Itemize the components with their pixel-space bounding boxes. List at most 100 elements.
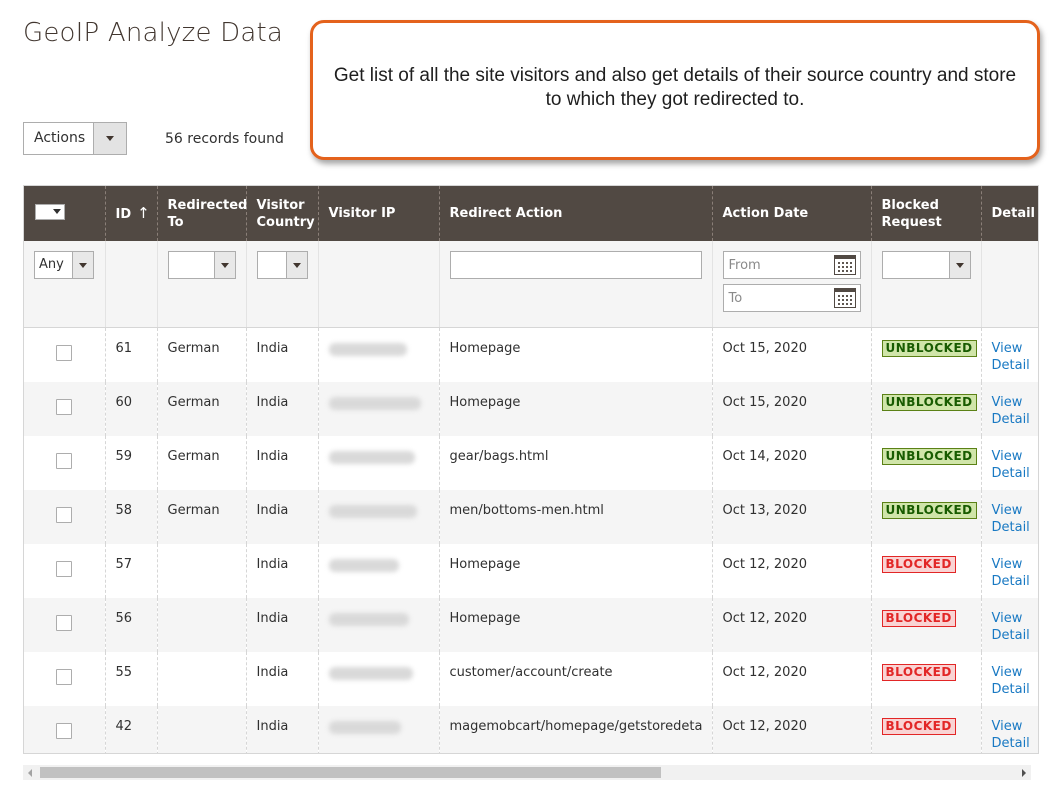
view-detail-link[interactable]: View Detail: [992, 718, 1031, 752]
cell-action-date: Oct 15, 2020: [711, 381, 871, 436]
cell-redirected-to: German: [156, 381, 246, 436]
column-header-action-date[interactable]: Action Date: [711, 186, 871, 241]
redacted-ip: [328, 504, 417, 518]
visitor-country-filter-dropdown[interactable]: [256, 251, 308, 279]
mass-select-checkbox[interactable]: [36, 204, 50, 219]
cell-detail: View Detail: [980, 543, 1038, 598]
actions-label: Actions: [34, 130, 86, 146]
row-select-cell: [24, 381, 105, 436]
calendar-icon[interactable]: [833, 288, 856, 308]
scrollbar-thumb[interactable]: [40, 767, 661, 778]
chevron-down-icon[interactable]: [93, 123, 126, 154]
horizontal-scrollbar[interactable]: [23, 765, 1031, 780]
mass-select-header[interactable]: [24, 186, 105, 241]
sort-ascending-icon[interactable]: ↑: [137, 204, 150, 222]
cell-redirect-action: Homepage: [438, 597, 712, 652]
cell-redirect-action: Homepage: [438, 543, 712, 598]
blocked-request-filter-value: [883, 252, 949, 278]
row-checkbox[interactable]: [56, 506, 73, 523]
table-row[interactable]: 60 German India Homepage Oct 15, 2020 UNBLOCK…: [24, 381, 1038, 436]
cell-action-date: Oct 15, 2020: [711, 327, 871, 382]
chevron-down-icon[interactable]: [72, 252, 93, 278]
view-detail-link[interactable]: View Detail: [992, 610, 1031, 644]
cell-action-date: Oct 14, 2020: [711, 435, 871, 490]
row-select-cell: [24, 597, 105, 652]
cell-visitor-country: India: [245, 597, 318, 652]
cell-redirect-action: men/bottoms-men.html: [438, 489, 712, 544]
grid-header-row: ID ↑ Redirected To Visitor Country Visito…: [24, 186, 1038, 241]
mass-select-dropdown[interactable]: [35, 203, 65, 220]
table-row[interactable]: 59 German India gear/bags.html Oct 14, 2020 U…: [24, 435, 1038, 490]
row-checkbox[interactable]: [56, 398, 73, 415]
cell-redirect-action: customer/account/create: [438, 651, 712, 706]
view-detail-link[interactable]: View Detail: [992, 340, 1031, 374]
cell-visitor-country: India: [245, 381, 318, 436]
row-checkbox[interactable]: [56, 560, 73, 577]
cell-id: 42: [104, 705, 157, 753]
redacted-ip: [328, 612, 409, 626]
redirect-action-filter-input[interactable]: [449, 251, 702, 279]
table-row[interactable]: 57 India Homepage Oct 12, 2020 BLOCKED View De…: [24, 543, 1038, 598]
table-row[interactable]: 55 India customer/account/create Oct 12, 20…: [24, 651, 1038, 706]
chevron-down-icon[interactable]: [948, 252, 970, 278]
redacted-ip: [328, 343, 407, 356]
table-row[interactable]: 61 German India Homepage Oct 15, 2020 UNBLOCK…: [24, 327, 1038, 382]
row-checkbox[interactable]: [56, 722, 73, 739]
row-checkbox[interactable]: [56, 614, 73, 631]
cell-visitor-ip: [317, 651, 439, 706]
cell-redirect-action: magemobcart/homepage/getstoredeta: [438, 705, 712, 753]
redacted-ip: [328, 558, 399, 572]
cell-detail: View Detail: [980, 597, 1038, 652]
view-detail-link[interactable]: View Detail: [992, 502, 1031, 536]
cell-id: 55: [104, 651, 157, 706]
cell-blocked-request: BLOCKED: [870, 597, 981, 652]
chevron-down-icon[interactable]: [50, 204, 64, 219]
scroll-left-icon[interactable]: [28, 769, 32, 777]
row-checkbox[interactable]: [56, 452, 73, 469]
view-detail-link[interactable]: View Detail: [992, 664, 1031, 698]
row-checkbox[interactable]: [56, 345, 73, 361]
column-header-visitor-country[interactable]: Visitor Country: [245, 186, 318, 241]
status-badge: UNBLOCKED: [881, 447, 977, 465]
status-badge: UNBLOCKED: [881, 340, 977, 357]
cell-visitor-country: India: [245, 327, 318, 382]
date-to-input[interactable]: To: [722, 284, 861, 312]
table-row[interactable]: 58 German India men/bottoms-men.html Oct 13,…: [24, 489, 1038, 544]
table-row[interactable]: 56 India Homepage Oct 12, 2020 BLOCKED View De…: [24, 597, 1038, 652]
redirected-to-filter-dropdown[interactable]: [167, 251, 236, 279]
select-filter-dropdown[interactable]: Any: [34, 251, 94, 279]
data-grid: ID ↑ Redirected To Visitor Country Visito…: [23, 185, 1039, 754]
filter-cell-blocked-request: [870, 241, 981, 328]
cell-id: 58: [104, 489, 157, 544]
cell-id: 60: [104, 381, 157, 436]
column-header-redirected-to[interactable]: Redirected To: [156, 186, 247, 241]
redacted-ip: [328, 720, 401, 734]
redacted-ip: [328, 396, 421, 410]
blocked-request-filter-dropdown[interactable]: [881, 251, 971, 279]
scroll-right-icon[interactable]: [1022, 769, 1026, 777]
row-checkbox[interactable]: [56, 668, 73, 685]
view-detail-link[interactable]: View Detail: [992, 448, 1031, 482]
date-from-placeholder: From: [728, 257, 761, 273]
date-from-input[interactable]: From: [722, 251, 861, 279]
column-header-blocked-request[interactable]: Blocked Request: [870, 186, 981, 241]
cell-visitor-ip: [317, 381, 439, 436]
status-badge: BLOCKED: [881, 717, 956, 735]
cell-redirect-action: gear/bags.html: [438, 435, 712, 490]
actions-dropdown[interactable]: Actions: [23, 122, 127, 155]
cell-action-date: Oct 12, 2020: [711, 705, 871, 753]
calendar-icon[interactable]: [833, 255, 856, 275]
cell-detail: View Detail: [980, 327, 1038, 382]
column-header-visitor-ip[interactable]: Visitor IP: [317, 186, 439, 241]
cell-visitor-ip: [317, 327, 439, 382]
column-header-id[interactable]: ID ↑: [104, 186, 157, 241]
filter-cell-action-date: From To: [711, 241, 871, 328]
chevron-down-icon[interactable]: [213, 252, 235, 278]
view-detail-link[interactable]: View Detail: [992, 556, 1031, 590]
cell-blocked-request: BLOCKED: [870, 705, 981, 753]
column-header-detail[interactable]: Detail: [980, 186, 1038, 241]
table-row[interactable]: 42 India magemobcart/homepage/getstoredeta…: [24, 705, 1038, 753]
chevron-down-icon[interactable]: [285, 252, 307, 278]
column-header-redirect-action[interactable]: Redirect Action: [438, 186, 712, 241]
view-detail-link[interactable]: View Detail: [992, 394, 1031, 428]
